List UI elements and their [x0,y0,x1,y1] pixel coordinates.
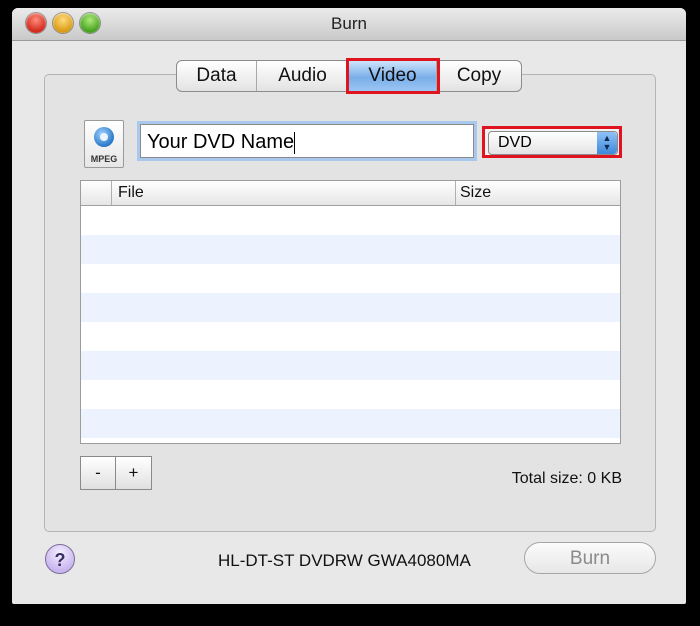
table-row [81,409,620,438]
table-row [81,293,620,322]
disc-name-input[interactable]: Your DVD Name [140,124,474,158]
column-header-size[interactable]: Size [457,181,620,205]
title-bar[interactable]: Burn [12,8,686,41]
tab-video[interactable]: Video [346,58,440,94]
table-row [81,206,620,235]
burn-window: Burn Data Audio Video Copy MPEG Your DVD… [12,8,686,604]
mpeg-icon-label: MPEG [90,154,118,164]
burn-button[interactable]: Burn [524,542,656,574]
tab-bar: Data Audio Video Copy [176,58,522,94]
text-caret [294,131,296,154]
help-button[interactable]: ? [45,544,75,574]
up-down-arrows-icon: ▲ ▼ [597,132,617,154]
format-select-highlight: DVD ▲ ▼ [482,126,622,158]
table-row [81,351,620,380]
add-file-button[interactable]: + [116,456,152,490]
window-title: Burn [331,14,367,33]
quicktime-icon [94,127,114,147]
device-name: HL-DT-ST DVDRW GWA4080MA [218,551,471,570]
table-row [81,264,620,293]
format-select[interactable]: DVD ▲ ▼ [488,131,618,155]
file-table[interactable]: File Size [80,180,621,444]
total-size-label: Total size: 0 KB [511,470,622,487]
tab-copy[interactable]: Copy [437,61,521,91]
column-header-file[interactable]: File [112,181,456,205]
format-select-value: DVD [498,134,532,151]
remove-file-button[interactable]: - [80,456,116,490]
table-row [81,322,620,351]
mpeg-file-icon: MPEG [84,120,124,168]
disc-name-value: Your DVD Name [147,131,295,153]
column-header-select[interactable] [81,181,112,205]
tab-audio[interactable]: Audio [257,61,349,91]
tab-data[interactable]: Data [177,61,257,91]
table-rows [81,206,620,438]
table-row [81,235,620,264]
table-row [81,380,620,409]
table-header: File Size [81,181,620,206]
